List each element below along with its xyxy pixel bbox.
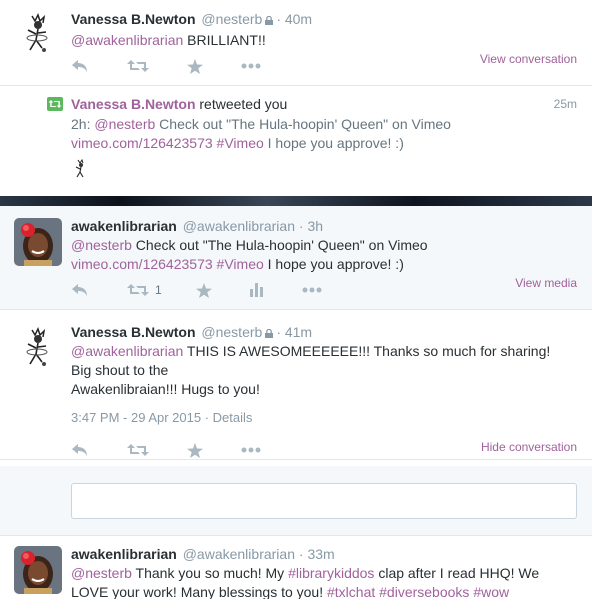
lock-icon [265,11,274,25]
conversation-panel: awakenlibrarian @awakenlibrarian · 3h @n… [0,206,592,599]
hashtag-link[interactable]: #txlchat [327,584,375,599]
tweet-text-body: I hope you approve! :) [263,135,404,151]
vimeo-link[interactable]: vimeo.com/126423573 [71,135,213,151]
mention-link[interactable]: @nesterb [71,565,132,581]
mention-link[interactable]: @awakenlibrarian [71,32,183,48]
tweet-awakenlibrarian-reply[interactable]: awakenlibrarian @awakenlibrarian · 33m @… [0,537,592,599]
reply-icon[interactable] [71,59,89,73]
tweet-text-body: clap after I read HHQ! We [374,565,540,581]
tweet-text: @awakenlibrarian THIS IS AWESOMEEEEEE!!!… [71,342,578,361]
tweet-fullname[interactable]: awakenlibrarian [71,546,177,562]
tweet-text-line2: vimeo.com/126423573 #Vimeo I hope you ap… [71,255,578,274]
details-link[interactable]: Details [213,410,253,425]
mention-link[interactable]: @nesterb [71,237,132,253]
avatar-nesterb[interactable] [14,10,62,58]
retweeter-fullname[interactable]: Vanessa B.Newton [71,96,196,112]
tweet-username[interactable]: @nesterb [201,11,262,27]
tweet-fullname[interactable]: Vanessa B.Newton [71,324,196,340]
lock-icon [265,324,274,338]
retweet-timestamp[interactable]: 25m [554,97,577,111]
retweet-notification[interactable]: Vanessa B.Newton retweeted you 2h: @nest… [0,86,592,196]
tweet-timestamp[interactable]: · 41m [276,324,312,340]
view-conversation-link[interactable]: View conversation [480,52,577,66]
tweet-timestamp[interactable]: · 3h [299,218,323,234]
tweet-text-body: Check out "The Hula-hoopin' Queen" on Vi… [155,116,451,132]
tweet-username[interactable]: @awakenlibrarian [183,218,295,234]
tweet-text-body: BRILLIANT!! [183,32,266,48]
hashtag-link[interactable]: #Vimeo [217,256,264,272]
retweeted-tweet-text-line2: vimeo.com/126423573 #Vimeo I hope you ap… [71,134,578,153]
retweet-count: 1 [155,283,162,297]
tweet-text-body: Thank you so much! My [131,565,289,581]
reply-input[interactable] [71,483,577,519]
hashtag-link[interactable]: #wow [473,584,509,599]
retweet-action-text: retweeted you [195,96,288,112]
reply-icon[interactable] [71,283,89,297]
tweet-text-line3: Awakenlibraian!!! Hugs to you! [71,381,260,397]
more-icon[interactable] [241,63,261,69]
avatar-nesterb-small[interactable] [71,158,91,180]
tweet-actions [71,441,299,459]
tweet-fullname[interactable]: awakenlibrarian [71,218,177,234]
tweet-actions [71,57,299,75]
mention-link[interactable]: @awakenlibrarian [71,343,183,359]
tweet-username[interactable]: @awakenlibrarian [183,546,295,562]
retweet-icon[interactable] [127,443,149,457]
hashtag-link[interactable]: #librarykiddos [288,565,374,581]
tweet-actions: 1 [71,281,360,299]
star-icon[interactable] [187,442,203,458]
retweeted-tweet-text: 2h: @nesterb Check out "The Hula-hoopin'… [71,115,578,134]
hide-conversation-link[interactable]: Hide conversation [481,440,577,454]
notifications-panel-top: Vanessa B.Newton @nesterb · 40m @awakenli… [0,0,592,197]
more-icon[interactable] [302,287,322,293]
tweet-text-body: THIS IS AWESOMEEEEEE!!! Thanks so much f… [183,343,551,359]
avatar-awakenlibrarian[interactable] [14,218,62,266]
mention-link[interactable]: @nesterb [94,116,155,132]
tweet-text: @nesterb Thank you so much! My #libraryk… [71,564,578,583]
retweet-icon [127,283,149,297]
hashtag-link[interactable]: #Vimeo [217,135,264,151]
tweet-text-body: I hope you approve! :) [263,256,404,272]
analytics-icon[interactable] [249,283,264,297]
tweet-text-line2: Big shout to the [71,362,169,378]
more-icon[interactable] [241,447,261,453]
tweet-nesterb-expanded[interactable]: Vanessa B.Newton @nesterb · 41m @awakenli… [0,310,592,460]
view-media-link[interactable]: View media [515,276,577,290]
star-icon[interactable] [187,58,203,74]
avatar-awakenlibrarian[interactable] [14,546,62,594]
tweet-fullname[interactable]: Vanessa B.Newton [71,11,196,27]
tweet-full-timestamp[interactable]: 3:47 PM - 29 Apr 2015 [71,410,201,425]
tweet-text-body: Check out "The Hula-hoopin' Queen" on Vi… [131,237,428,253]
tweet-text: @awakenlibrarian BRILLIANT!! [71,31,578,50]
tweet-meta: 3:47 PM - 29 Apr 2015 · Details [71,410,253,425]
retweet-icon[interactable] [127,59,149,73]
tweet-timestamp[interactable]: · 40m [276,11,312,27]
star-icon[interactable] [195,282,212,298]
hashtag-link[interactable]: #diversebooks [379,584,469,599]
tweet-awakenlibrarian-original[interactable]: awakenlibrarian @awakenlibrarian · 3h @n… [0,206,592,310]
tweet-text-body: LOVE your work! Many blessings to you! [71,584,327,599]
tweet-text: @nesterb Check out "The Hula-hoopin' Que… [71,236,578,255]
retweet-age: 2h: [71,116,95,132]
tweet-timestamp[interactable]: · 33m [299,546,335,562]
vimeo-link[interactable]: vimeo.com/126423573 [71,256,213,272]
reply-icon[interactable] [71,443,89,457]
retweet-badge-icon [47,97,63,111]
tweet-username[interactable]: @nesterb [201,324,262,340]
tweet-nesterb-brilliant[interactable]: Vanessa B.Newton @nesterb · 40m @awakenli… [0,0,592,86]
avatar-nesterb[interactable] [14,324,62,372]
retweet-button[interactable]: 1 [127,283,162,297]
tweet-text-line2: LOVE your work! Many blessings to you! #… [71,583,578,599]
